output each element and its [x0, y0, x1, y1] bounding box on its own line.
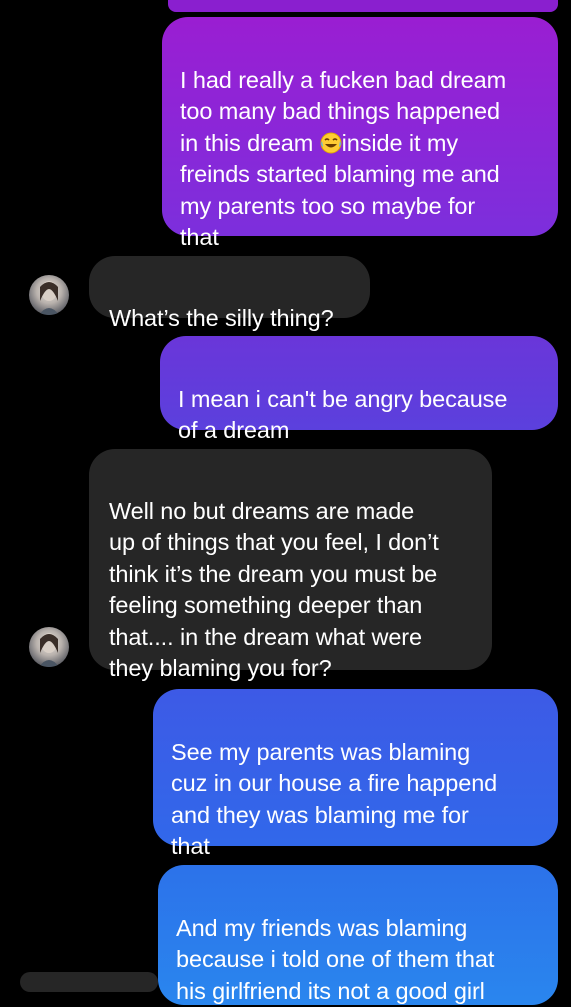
- outgoing-message-bubble[interactable]: I mean i can't be angry because of a dre…: [160, 336, 558, 443]
- message-text: I mean i can't be angry because of a dre…: [178, 385, 508, 444]
- outgoing-message-bubble[interactable]: See my parents was blaming cuz in our ho…: [153, 689, 558, 859]
- contact-avatar[interactable]: [29, 627, 69, 667]
- message-thread: I had really a fucken bad dream too many…: [0, 0, 571, 1005]
- message-text: And my friends was blaming because i tol…: [176, 914, 495, 1004]
- incoming-message-bubble[interactable]: Well no but dreams are made up of things…: [89, 449, 492, 681]
- message-text: What’s the silly thing?: [109, 304, 334, 331]
- incoming-message-bubble[interactable]: What’s the silly thing?: [89, 256, 370, 331]
- message-text: See my parents was blaming cuz in our ho…: [171, 738, 498, 860]
- outgoing-message-bubble[interactable]: I had really a fucken bad dream too many…: [162, 17, 558, 250]
- message-text: Well no but dreams are made up of things…: [109, 497, 439, 682]
- previous-message-bubble-edge: [168, 0, 558, 12]
- face-with-tears-of-joy-emoji: [320, 131, 342, 153]
- outgoing-message-bubble[interactable]: And my friends was blaming because i tol…: [158, 865, 558, 1005]
- next-message-bubble-edge: [20, 972, 158, 992]
- contact-avatar[interactable]: [29, 275, 69, 315]
